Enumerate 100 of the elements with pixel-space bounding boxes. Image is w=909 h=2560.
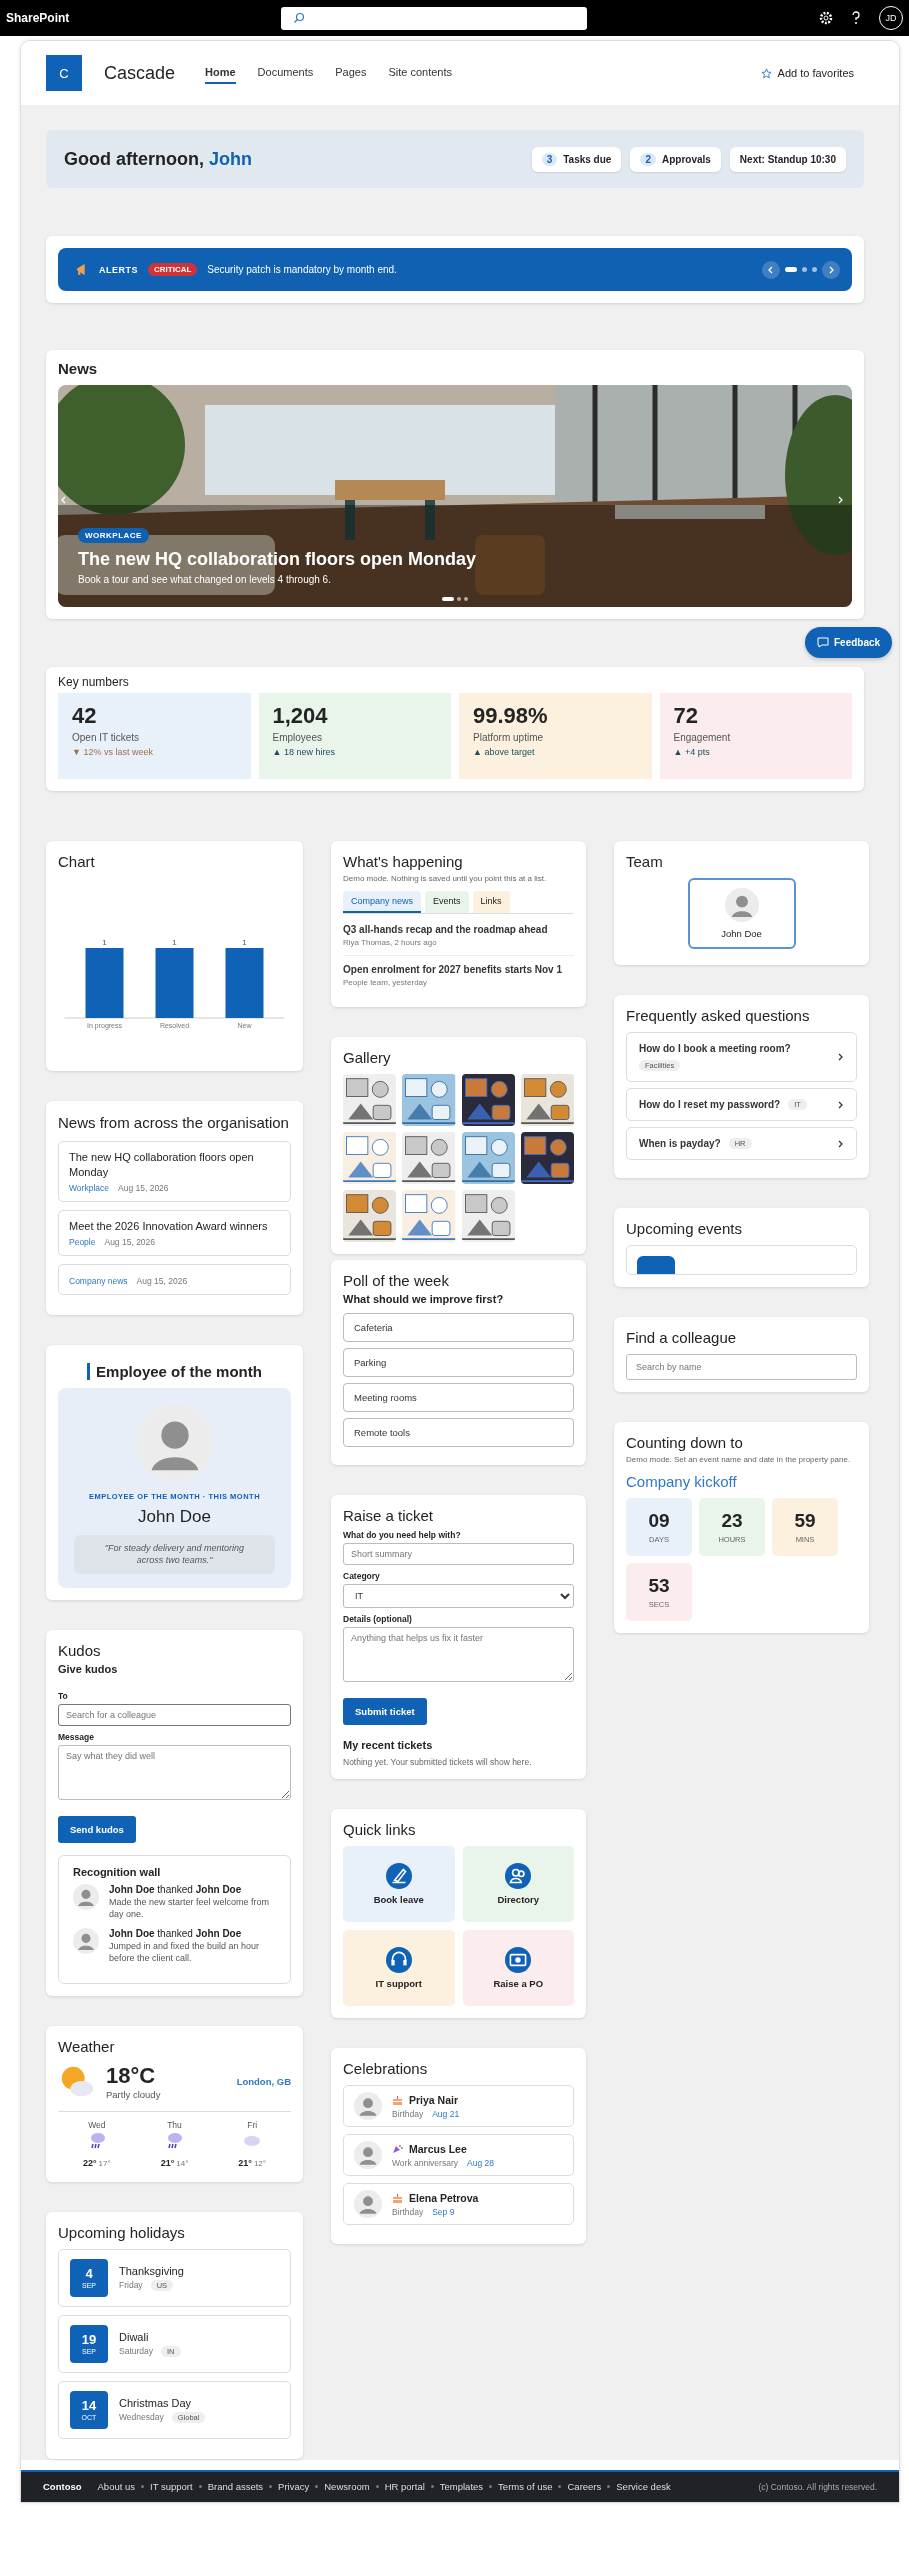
footer-link[interactable]: Service desk [616,2481,671,2493]
copyright: (c) Contoso. All rights reserved. [758,2481,877,2492]
occasion: Birthday [392,2108,424,2119]
metric-label: Platform uptime [473,732,545,743]
nav-link[interactable]: Pages [335,62,367,84]
demo-note: Demo mode. Nothing is saved until you point this at a list. [343,874,548,883]
high-temp: 22° [82,2157,97,2168]
item-meta: Riya Thomas, 2 hours ago [343,938,438,947]
weekday: Wednesday [119,2412,164,2423]
help-icon[interactable] [851,11,861,25]
card-title: Weather [58,2037,116,2055]
footer-link[interactable]: About us [97,2481,136,2493]
message-field[interactable]: Say what they did well [58,1744,291,1800]
faq-question: When is payday? [639,1138,721,1149]
footer-link[interactable]: Terms of use [498,2481,553,2493]
card-title: News [58,360,99,377]
demo-note: Demo mode. Set an event name and date in the property pane. [626,1455,852,1466]
news-item[interactable]: Open enrolment for 2027 benefits starts Nov 1 People team, yesterday [343,964,574,995]
cake-icon [392,2192,403,2203]
metric-value: 42 [72,703,98,729]
person-name: Marcus Lee [409,2142,467,2155]
chevron-left-icon [60,496,68,504]
metric-value: 99.98% [473,703,549,729]
chevron-right-icon [836,1100,844,1109]
quick-link[interactable]: Raise a PO [462,1930,574,2006]
quick-link[interactable]: Directory [462,1846,574,1922]
input-field[interactable]: Short summary [343,1543,574,1565]
news-item[interactable]: Q3 all-hands recap and the roadmap ahead Riya Thomas, 2 hours ago [343,924,574,956]
card-title: Frequently asked questions [626,1007,811,1024]
kudos-message: Jumped in and fixed the build an hour before the client call. [109,1941,261,1965]
search-field[interactable]: Search by name [626,1354,857,1380]
team-member[interactable]: John Doe [687,878,796,949]
alert-label: ALERTS [99,264,138,275]
send-button[interactable]: Send kudos [58,1815,136,1843]
input-field[interactable]: Search for a colleague [58,1703,291,1726]
link-label: IT support [375,1978,422,1989]
countdown-value: 09 [648,1510,670,1533]
bar-value: 1 [242,938,247,947]
site-logo: C [46,55,82,91]
tab[interactable]: Events [425,891,469,913]
form-title: Give kudos [58,1662,119,1675]
news-item[interactable]: The new HQ collaboration floors open Monday Workplace Aug 15, 2026 [58,1141,291,1202]
submit-button[interactable]: Submit ticket [343,1698,427,1725]
category-select[interactable]: IT [343,1584,574,1608]
avatar [73,1883,99,1910]
empty-message: Nothing yet. Your submitted tickets will show here. [343,1757,533,1767]
slide-dot[interactable] [812,267,817,272]
footer-link[interactable]: Templates [439,2481,484,2493]
card-title: What's happening [343,853,464,870]
feedback-button[interactable]: Feedback [805,627,893,658]
news-date: Aug 15, 2026 [118,1182,169,1193]
link-label: Book leave [373,1894,424,1905]
site-title: Cascade [104,62,176,84]
favorite-link[interactable]: Add to favorites [760,67,854,79]
footer-link[interactable]: Newsroom [324,2481,370,2493]
app-name: SharePoint [6,11,71,25]
countdown-value: 59 [794,1510,816,1533]
quick-link[interactable]: Book leave [343,1846,455,1922]
award-quote: "For steady delivery and mentoring across two teams." [74,1534,275,1574]
avatar [724,888,759,922]
poll-option[interactable]: Parking [343,1348,574,1377]
footer-link[interactable]: IT support [150,2481,193,2493]
metric-trend: ▲ above target [473,747,535,757]
metric-value: 1,204 [272,703,329,729]
party-popper-icon [392,2143,403,2154]
avatar [354,2141,382,2169]
slide-dot[interactable] [802,267,807,272]
faq-question: How do I book a meeting room? [639,1043,791,1054]
avatar [73,1928,99,1955]
poll-option[interactable]: Meeting rooms [343,1383,574,1412]
footer-link[interactable]: HR portal [384,2481,425,2493]
news-item[interactable]: Company news Aug 15, 2026 [58,1263,291,1295]
settings-icon[interactable] [819,11,833,25]
footer-link[interactable]: Brand assets [207,2481,264,2493]
quick-link[interactable]: IT support [343,1930,455,2006]
countdown-value: 23 [721,1510,743,1533]
nav-link[interactable]: Home [205,62,236,84]
tab[interactable]: Links [472,891,510,913]
person-name: Elena Petrova [409,2191,479,2204]
link-label: Directory [497,1894,540,1905]
chevron-left-icon [767,265,775,274]
cake-icon [392,2094,403,2105]
section-title: Recognition wall [73,1865,162,1878]
nav-link[interactable]: Documents [257,62,314,84]
search-field[interactable] [281,6,587,30]
tab[interactable]: Company news [343,891,422,913]
poll-option[interactable]: Cafeteria [343,1313,574,1342]
footer-link[interactable]: Privacy [278,2481,310,2493]
chip-label: Next: Standup 10:30 [739,153,836,165]
location-link[interactable]: London, GB [236,2076,291,2088]
slide-dot[interactable] [464,597,468,601]
news-item[interactable]: Meet the 2026 Innovation Award winners People Aug 15, 2026 [58,1209,291,1256]
footer-link[interactable]: Careers [567,2481,602,2493]
slide-dot[interactable] [457,597,461,601]
details-field[interactable]: Anything that helps us fix it faster [343,1627,574,1682]
previous-button[interactable] [762,260,780,279]
poll-option[interactable]: Remote tools [343,1418,574,1447]
item-meta: People team, yesterday [343,978,429,987]
headset-icon [385,1947,412,1973]
nav-link[interactable]: Site contents [388,62,453,84]
